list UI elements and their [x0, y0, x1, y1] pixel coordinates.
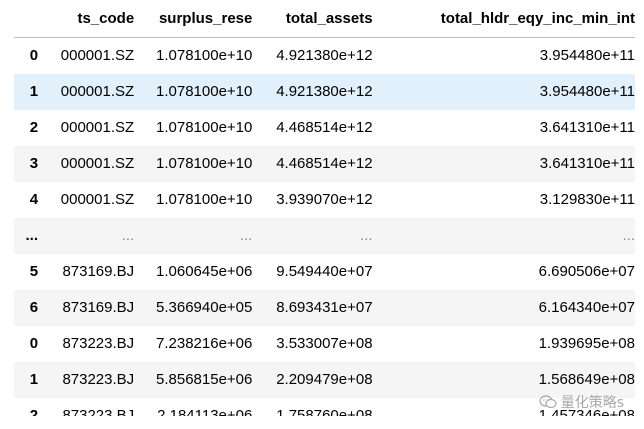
- row-index: 3: [29, 155, 39, 172]
- row-index: 1: [29, 371, 39, 388]
- cell-ts-code: 000001.SZ: [60, 155, 135, 172]
- cell-total-hldr: 3.641310e+11: [539, 155, 635, 172]
- table-row: 0 000001.SZ 1.078100e+10 4.921380e+12 3.…: [14, 37, 635, 74]
- watermark-text: 量化策略s: [560, 395, 624, 411]
- cell-surplus-rese: 1.078100e+10: [156, 155, 253, 172]
- cell-ts-code: 000001.SZ: [60, 191, 135, 208]
- cell-total-hldr: 1.939695e+08: [538, 335, 635, 352]
- dataframe-output: ts_code surplus_rese total_assets total_…: [0, 0, 644, 416]
- column-header-ts-code: ts_code: [38, 0, 135, 38]
- cell-ts-code: 873223.BJ: [62, 407, 135, 416]
- cell-total-hldr: 3.641310e+11: [539, 119, 635, 136]
- table-row: 6 873169.BJ 5.366940e+05 8.693431e+07 6.…: [14, 290, 635, 326]
- table-row-hovered: 1 000001.SZ 1.078100e+10 4.921380e+12 3.…: [14, 74, 635, 110]
- row-index: 5: [29, 263, 39, 280]
- cell-total-assets: 4.921380e+12: [276, 83, 373, 100]
- cell-total-assets: 4.468514e+12: [276, 155, 373, 172]
- cell-total-hldr: 3.954480e+11: [539, 47, 635, 64]
- cell-ts-code: 000001.SZ: [60, 47, 135, 64]
- cell-total-assets: 3.533007e+08: [276, 335, 373, 352]
- table-row: 3 000001.SZ 1.078100e+10 4.468514e+12 3.…: [14, 146, 635, 182]
- cell-total-assets: 4.921380e+12: [276, 47, 373, 64]
- row-index: 2: [29, 119, 39, 136]
- column-header-surplus-rese: surplus_rese: [134, 0, 253, 38]
- cell-surplus-rese: 1.060645e+06: [156, 263, 253, 280]
- cell-ts-code: 873223.BJ: [62, 371, 135, 388]
- watermark: 量化策略s: [539, 392, 624, 412]
- cell-total-hldr: 3.954480e+11: [539, 83, 635, 100]
- cell-surplus-rese: 1.078100e+10: [156, 83, 253, 100]
- cell-surplus-rese: 7.238216e+06: [156, 335, 253, 352]
- cell-total-hldr: 3.129830e+11: [539, 191, 635, 208]
- cell-ts-code: ...: [121, 227, 135, 244]
- cell-total-assets: 9.549440e+07: [276, 263, 373, 280]
- cell-total-assets: 2.209479e+08: [276, 371, 373, 388]
- cell-total-hldr: 6.690506e+07: [538, 263, 635, 280]
- cell-ts-code: 873169.BJ: [62, 299, 135, 316]
- cell-surplus-rese: 1.078100e+10: [156, 47, 253, 64]
- table-row: 4 000001.SZ 1.078100e+10 3.939070e+12 3.…: [14, 182, 635, 218]
- cell-surplus-rese: 1.078100e+10: [156, 119, 253, 136]
- cell-total-assets: 3.939070e+12: [276, 191, 373, 208]
- column-header-total-hldr-eqy-inc-min-int: total_hldr_eqy_inc_min_int: [372, 0, 635, 38]
- cell-surplus-rese: ...: [239, 227, 253, 244]
- dataframe-table: ts_code surplus_rese total_assets total_…: [14, 0, 635, 416]
- table-header-row: ts_code surplus_rese total_assets total_…: [14, 0, 635, 38]
- cell-total-hldr: 6.164340e+07: [538, 299, 635, 316]
- cell-ts-code: 000001.SZ: [60, 119, 135, 136]
- row-index: 1: [29, 83, 39, 100]
- cell-ts-code: 873169.BJ: [62, 263, 135, 280]
- cell-surplus-rese: 2.184113e+06: [157, 407, 253, 416]
- cell-ts-code: 873223.BJ: [62, 335, 135, 352]
- bottom-blank-strip: [0, 416, 644, 429]
- table-row: 2 000001.SZ 1.078100e+10 4.468514e+12 3.…: [14, 110, 635, 146]
- wechat-icon: [539, 395, 557, 409]
- row-index: 0: [29, 335, 39, 352]
- cell-total-hldr: ...: [622, 227, 635, 244]
- table-row: 5 873169.BJ 1.060645e+06 9.549440e+07 6.…: [14, 254, 635, 290]
- table-row: 0 873223.BJ 7.238216e+06 3.533007e+08 1.…: [14, 326, 635, 362]
- cell-total-assets: ...: [360, 227, 373, 244]
- row-index: 6: [29, 299, 39, 316]
- cell-ts-code: 000001.SZ: [60, 83, 135, 100]
- cell-surplus-rese: 1.078100e+10: [156, 191, 253, 208]
- row-index: 2: [29, 407, 39, 416]
- column-header-index: [14, 0, 39, 38]
- row-index: 0: [29, 47, 39, 64]
- cell-total-assets: 4.468514e+12: [276, 119, 373, 136]
- column-header-total-assets: total_assets: [252, 0, 373, 38]
- cell-total-assets: 8.693431e+07: [276, 299, 373, 316]
- cell-total-assets: 1.758760e+08: [276, 407, 373, 416]
- cell-surplus-rese: 5.856815e+06: [156, 371, 253, 388]
- table-row-ellipsis: ... ... ... ... ...: [14, 218, 635, 254]
- row-index: ...: [25, 227, 39, 244]
- row-index: 4: [29, 191, 39, 208]
- cell-surplus-rese: 5.366940e+05: [156, 299, 253, 316]
